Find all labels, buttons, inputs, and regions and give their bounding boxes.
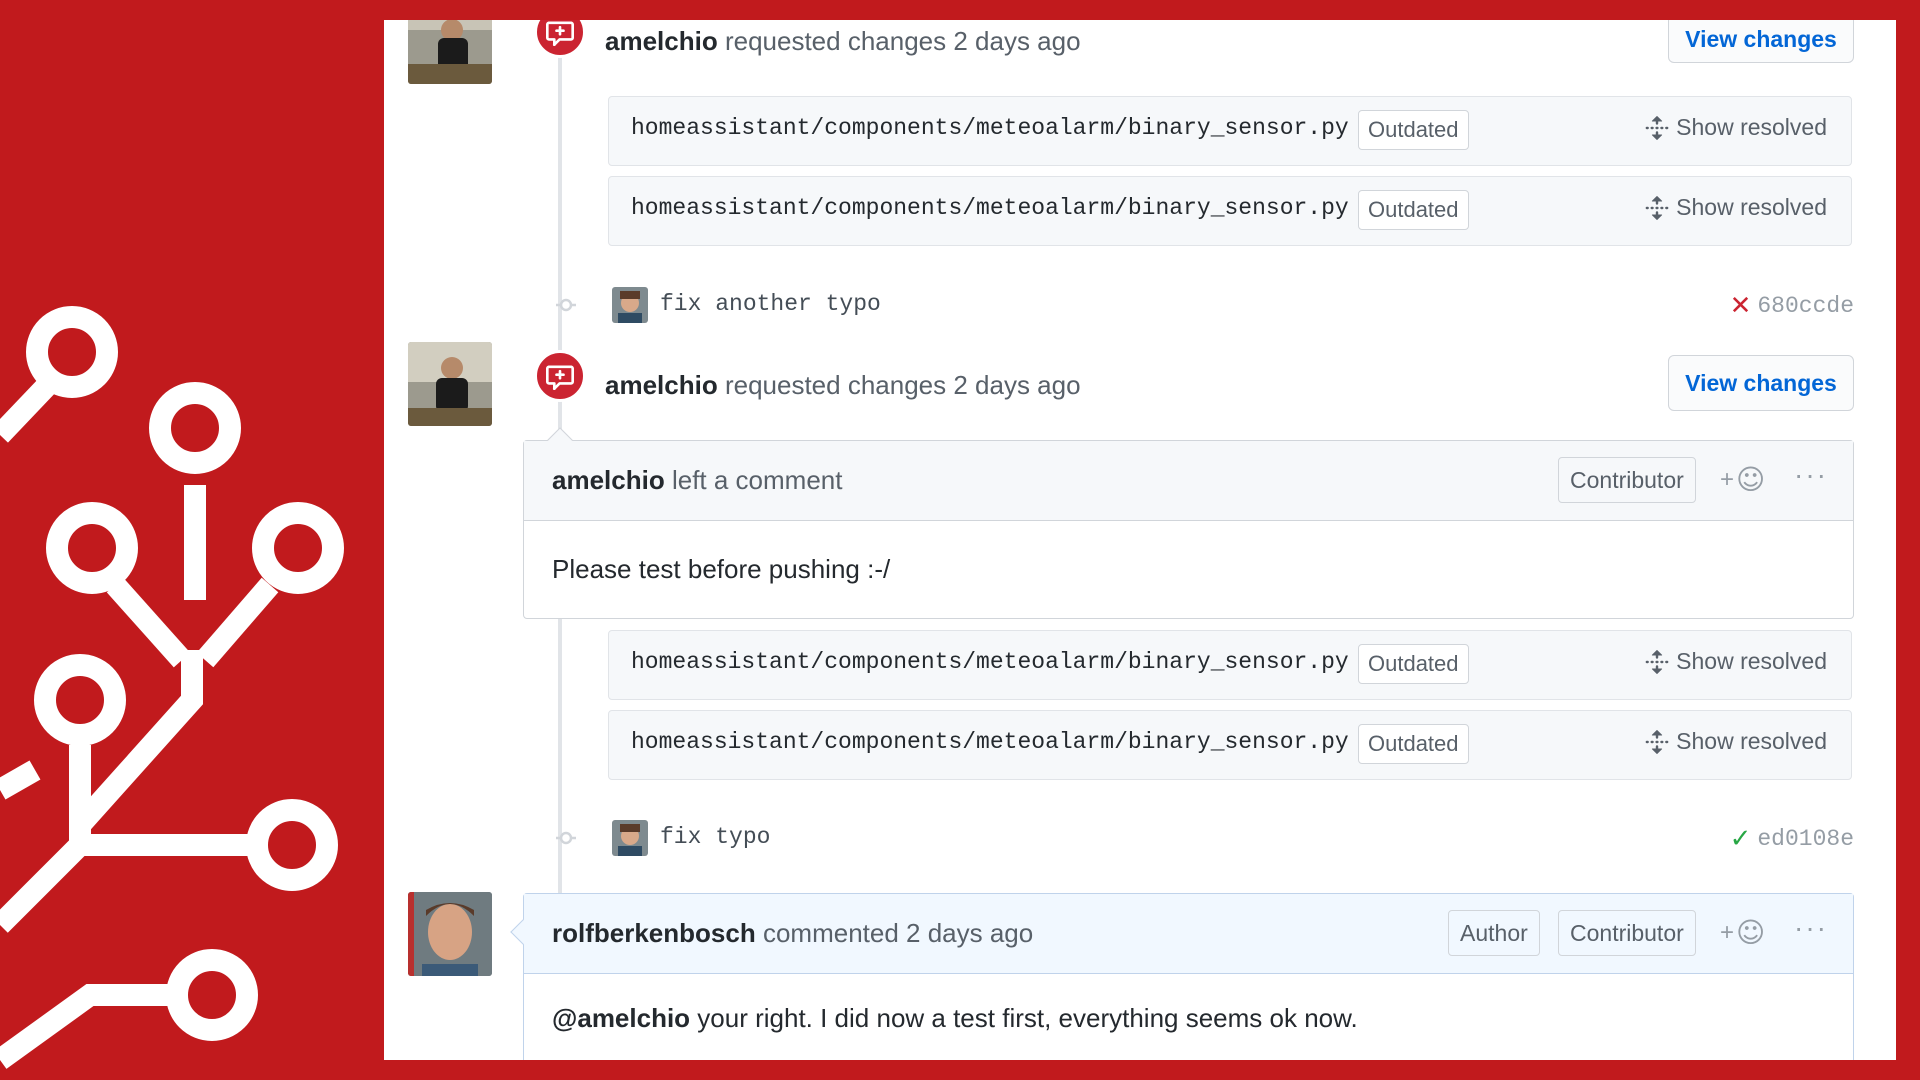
- file-path[interactable]: homeassistant/components/meteoalarm/bina…: [631, 115, 1349, 141]
- show-resolved-button[interactable]: Show resolved: [1644, 114, 1827, 141]
- unfold-icon: [1645, 649, 1669, 674]
- timeline-line: [558, 618, 562, 908]
- commit-icon: [556, 831, 576, 845]
- show-resolved-label: Show resolved: [1676, 194, 1827, 220]
- outdated-badge: Outdated: [1358, 644, 1469, 684]
- view-changes-button[interactable]: View changes: [1668, 20, 1854, 63]
- unfold-icon: [1645, 195, 1669, 220]
- review-action: requested changes 2 days ago: [724, 26, 1081, 56]
- more-options-icon[interactable]: ···: [1794, 912, 1828, 944]
- review-event-text: amelchio requested changes 2 days ago: [605, 26, 1081, 57]
- comment-body: @amelchio your right. I did now a test f…: [552, 1003, 1358, 1034]
- plus-icon: +: [1720, 918, 1735, 946]
- issue-comment: rolfberkenbosch commented 2 days ago Aut…: [523, 893, 1854, 1060]
- show-resolved-label: Show resolved: [1676, 648, 1827, 674]
- commit-sha[interactable]: ✕ 680ccde: [1730, 291, 1854, 321]
- review-author[interactable]: amelchio: [605, 26, 718, 56]
- show-resolved-button[interactable]: Show resolved: [1644, 194, 1827, 221]
- comment-author-line: amelchio left a comment: [552, 465, 842, 496]
- commit-sha-text[interactable]: ed0108e: [1757, 826, 1854, 852]
- show-resolved-label: Show resolved: [1676, 114, 1827, 140]
- comment-author[interactable]: amelchio: [552, 465, 665, 495]
- file-path[interactable]: homeassistant/components/meteoalarm/bina…: [631, 195, 1349, 221]
- avatar-amelchio[interactable]: [408, 20, 492, 84]
- more-options-icon[interactable]: ···: [1794, 459, 1828, 491]
- comment-author[interactable]: rolfberkenbosch: [552, 918, 756, 948]
- commit-row: fix typo ✓ ed0108e: [524, 818, 1854, 858]
- commit-message[interactable]: fix typo: [660, 824, 770, 850]
- unfold-icon: [1645, 115, 1669, 140]
- comment-author-line: rolfberkenbosch commented 2 days ago: [552, 918, 1033, 949]
- review-event-text: amelchio requested changes 2 days ago: [605, 370, 1081, 401]
- file-path[interactable]: homeassistant/components/meteoalarm/bina…: [631, 729, 1349, 755]
- commit-sha[interactable]: ✓ ed0108e: [1730, 824, 1854, 854]
- unfold-icon: [1645, 729, 1669, 754]
- request-changes-icon: [534, 20, 586, 58]
- contributor-badge: Contributor: [1558, 457, 1696, 503]
- comment-header: amelchio left a comment Contributor + ☺ …: [524, 441, 1853, 521]
- commit-message[interactable]: fix another typo: [660, 291, 881, 317]
- review-file-row[interactable]: homeassistant/components/meteoalarm/bina…: [608, 710, 1852, 780]
- add-reaction-button[interactable]: + ☺: [1720, 916, 1765, 949]
- circuit-logo-decoration: [0, 306, 344, 1069]
- commit-row: fix another typo ✕ 680ccde: [524, 285, 1854, 325]
- user-mention[interactable]: @amelchio: [552, 1003, 690, 1033]
- review-comment: amelchio left a comment Contributor + ☺ …: [523, 440, 1854, 619]
- avatar-rolfberkenbosch-small[interactable]: [612, 287, 648, 323]
- show-resolved-label: Show resolved: [1676, 728, 1827, 754]
- avatar-rolfberkenbosch-small[interactable]: [612, 820, 648, 856]
- show-resolved-button[interactable]: Show resolved: [1644, 728, 1827, 755]
- commit-sha-text[interactable]: 680ccde: [1757, 293, 1854, 319]
- author-badge: Author: [1448, 910, 1540, 956]
- avatar-rolfberkenbosch[interactable]: [408, 892, 492, 976]
- request-changes-icon: [534, 350, 586, 402]
- outdated-badge: Outdated: [1358, 110, 1469, 150]
- contributor-badge: Contributor: [1558, 910, 1696, 956]
- comment-action[interactable]: commented 2 days ago: [763, 918, 1033, 948]
- avatar-amelchio[interactable]: [408, 342, 492, 426]
- review-file-row[interactable]: homeassistant/components/meteoalarm/bina…: [608, 176, 1852, 246]
- comment-action: left a comment: [671, 465, 843, 495]
- show-resolved-button[interactable]: Show resolved: [1644, 648, 1827, 675]
- comment-text: your right. I did now a test first, ever…: [690, 1003, 1358, 1033]
- review-file-row[interactable]: homeassistant/components/meteoalarm/bina…: [608, 630, 1852, 700]
- failure-x-icon[interactable]: ✕: [1730, 291, 1752, 321]
- review-action: requested changes 2 days ago: [724, 370, 1081, 400]
- file-path[interactable]: homeassistant/components/meteoalarm/bina…: [631, 649, 1349, 675]
- outdated-badge: Outdated: [1358, 190, 1469, 230]
- commit-icon: [556, 298, 576, 312]
- plus-icon: +: [1720, 465, 1735, 493]
- add-reaction-button[interactable]: + ☺: [1720, 463, 1765, 496]
- view-changes-button[interactable]: View changes: [1668, 355, 1854, 411]
- smiley-icon: ☺: [1736, 916, 1766, 949]
- success-check-icon[interactable]: ✓: [1730, 824, 1752, 854]
- comment-body: Please test before pushing :-/: [552, 554, 891, 584]
- pull-request-timeline: amelchio requested changes 2 days ago Vi…: [384, 20, 1896, 1060]
- review-author[interactable]: amelchio: [605, 370, 718, 400]
- smiley-icon: ☺: [1736, 463, 1766, 496]
- review-file-row[interactable]: homeassistant/components/meteoalarm/bina…: [608, 96, 1852, 166]
- comment-header: rolfberkenbosch commented 2 days ago Aut…: [524, 894, 1853, 974]
- outdated-badge: Outdated: [1358, 724, 1469, 764]
